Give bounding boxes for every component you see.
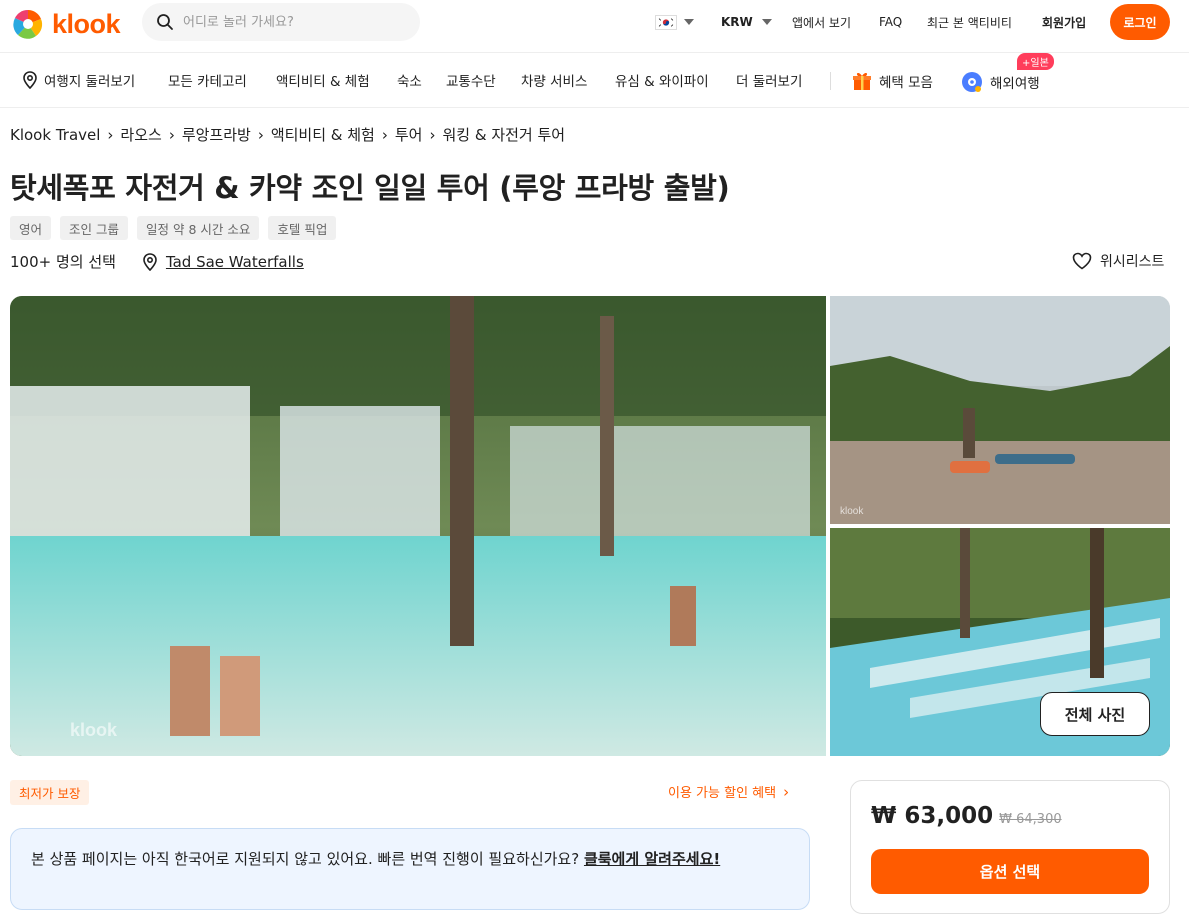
nav-overseas[interactable]: 해외여행 [960,70,1040,94]
breadcrumb-item[interactable]: 워킹 & 자전거 투어 [442,124,565,145]
klook-logo[interactable]: klook [10,6,121,42]
discounts-label: 이용 가능 할인 혜택 [668,786,777,801]
notify-klook-link[interactable]: 클룩에게 알려주세요! [584,850,720,868]
chevron-down-icon [684,19,694,25]
nav-all-categories[interactable]: 모든 카테고리 [168,70,247,90]
search-input[interactable] [183,14,403,30]
signup-link[interactable]: 회원가입 [1042,13,1086,31]
notice-text: 본 상품 페이지는 아직 한국어로 지원되지 않고 있어요. 빠른 번역 진행이… [31,850,584,868]
app-link[interactable]: 앱에서 보기 [792,13,851,31]
discounts-link[interactable]: 이용 가능 할인 혜택 › [668,782,790,802]
location: Tad Sae Waterfalls [142,253,304,271]
tag-language: 영어 [10,216,52,240]
booked-count: 100+ 명의 선택 [10,253,116,271]
nav-label: 여행지 둘러보기 [44,74,136,90]
chevron-right-icon: › [381,125,388,144]
location-link[interactable]: Tad Sae Waterfalls [166,253,304,271]
chevron-right-icon: › [429,125,436,144]
nav-more[interactable]: 더 둘러보기 [736,70,802,90]
location-pin-icon [23,71,37,89]
language-selector[interactable] [655,13,694,31]
nav-car-service[interactable]: 차량 서비스 [521,70,587,90]
breadcrumb-item[interactable]: 라오스 [120,124,161,145]
chevron-right-icon: › [783,782,790,801]
currency-selector[interactable]: KRW [721,13,772,31]
tag-duration: 일정 약 8 시간 소요 [137,216,260,240]
chevron-right-icon: › [168,125,175,144]
top-header: klook KRW 앱에서 보기 FAQ 최근 본 액티비티 회원가입 로그인 [0,0,1189,53]
current-price: ₩ 63,000 [871,803,994,829]
currency-label: KRW [721,15,753,29]
chevron-right-icon: › [257,125,264,144]
logo-text: klook [52,8,121,39]
activity-meta: 100+ 명의 선택 Tad Sae Waterfalls [10,251,304,272]
breadcrumb-item[interactable]: Klook Travel [10,126,100,144]
chevron-down-icon [761,19,772,25]
breadcrumb-item[interactable]: 액티비티 & 체험 [271,124,375,145]
waterfall-image: klook [10,296,826,756]
photo-kayak[interactable]: klook [830,296,1170,524]
wishlist-button[interactable]: 위시리스트 [1072,251,1164,271]
tag-list: 영어 조인 그룹 일정 약 8 시간 소요 호텔 픽업 [10,216,337,240]
search-icon [157,14,173,30]
price-card: ₩ 63,000 ₩ 64,300 옵션 선택 [850,780,1170,914]
korea-flag-icon [655,14,677,30]
kayak-image: klook [830,296,1170,524]
japan-badge: +일본 [1017,53,1054,70]
price: ₩ 63,000 ₩ 64,300 [871,803,1062,829]
search-bar[interactable] [142,3,420,41]
watermark: klook [70,720,118,740]
view-all-photos-button[interactable]: 전체 사진 [1040,692,1150,736]
nav-label: 혜택 모음 [879,75,933,91]
nav-destinations[interactable]: 여행지 둘러보기 [22,70,135,90]
tag-pickup: 호텔 픽업 [268,216,337,240]
nav-label: 해외여행 [990,76,1040,92]
breadcrumb-item[interactable]: 투어 [395,124,423,145]
faq-link[interactable]: FAQ [879,13,902,31]
klook-logo-icon [13,9,43,39]
recently-viewed-link[interactable]: 최근 본 액티비티 [927,13,1012,31]
breadcrumb: Klook Travel › 라오스 › 루앙프라방 › 액티비티 & 체험 ›… [10,124,565,145]
login-button[interactable]: 로그인 [1110,4,1170,40]
heart-icon [1072,252,1092,270]
location-pin-icon [143,252,157,271]
page-title: 탓세폭포 자전거 & 카약 조인 일일 투어 (루앙 프라방 출발) [10,171,730,205]
nav-activities[interactable]: 액티비티 & 체험 [276,70,370,90]
tag-group: 조인 그룹 [60,216,128,240]
nav-transport[interactable]: 교통수단 [446,70,496,90]
translation-notice: 본 상품 페이지는 아직 한국어로 지원되지 않고 있어요. 빠른 번역 진행이… [10,828,810,910]
nav-benefits[interactable]: 혜택 모음 [851,70,933,92]
main-photo-waterfall[interactable]: klook [10,296,826,756]
gift-icon [853,72,871,90]
nav-hotels[interactable]: 숙소 [397,70,422,90]
original-price: ₩ 64,300 [999,812,1062,827]
lowest-price-badge: 최저가 보장 [10,780,90,805]
nav-sim-wifi[interactable]: 유심 & 와이파이 [615,70,709,90]
watermark: klook [840,506,864,517]
category-nav: 여행지 둘러보기 모든 카테고리 액티비티 & 체험 숙소 교통수단 차량 서비… [0,53,1189,108]
wishlist-label: 위시리스트 [1100,254,1165,270]
globe-icon [962,72,982,92]
nav-divider [830,72,831,90]
chevron-right-icon: › [107,125,114,144]
select-option-button[interactable]: 옵션 선택 [871,849,1149,894]
breadcrumb-item[interactable]: 루앙프라방 [182,124,251,145]
